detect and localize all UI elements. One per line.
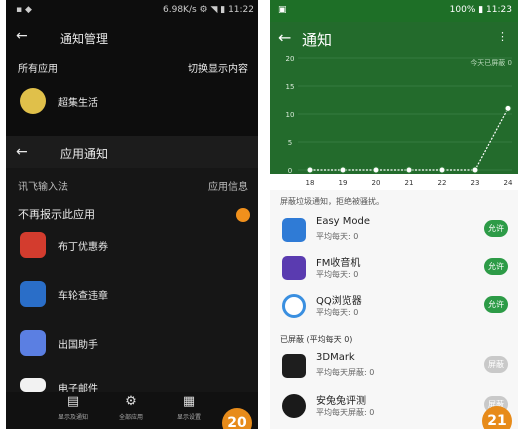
app-label[interactable]: 车轮查违章 [58, 287, 108, 302]
allow-button[interactable]: 允许 [484, 296, 508, 313]
switch-display-button[interactable]: 切换显示内容 [188, 60, 248, 75]
app-name: Easy Mode [316, 216, 370, 227]
app-name: 3DMark [316, 352, 355, 363]
app-icon [20, 88, 46, 114]
status-right: 100% ▮ 11:23 [449, 5, 512, 15]
toggle-switch[interactable] [236, 208, 250, 222]
nav-label: 全部应用 [118, 414, 143, 421]
status-right: 6.98K/s ⚙ ◥ ▮ 11:22 [163, 5, 254, 15]
app-name: QQ浏览器 [316, 296, 362, 307]
allow-button[interactable]: 允许 [484, 258, 508, 275]
list-item[interactable]: 3DMark 平均每天屏蔽: 0 屏蔽 [270, 348, 518, 388]
block-button[interactable]: 屏蔽 [484, 356, 508, 373]
chart-icon: ▤ [66, 394, 80, 409]
app-name: 安兔兔评测 [316, 396, 366, 407]
app-label[interactable]: 超集生活 [58, 94, 98, 109]
y-tick-label: 5 [288, 139, 292, 147]
app-icon [282, 218, 306, 242]
app-sub: 平均每天: 0 [316, 232, 359, 241]
x-tick-label: 19 [339, 179, 348, 187]
y-tick-label: 0 [288, 167, 292, 175]
app-icon [20, 378, 46, 392]
all-apps-label: 所有应用 [18, 64, 58, 75]
list-item[interactable]: Easy Mode 平均每天: 0 允许 [270, 212, 518, 252]
y-tick-label: 20 [286, 55, 295, 63]
gear-icon: ⚙ [125, 394, 137, 409]
status-bar: ▪ ◆ 6.98K/s ⚙ ◥ ▮ 11:22 [6, 0, 258, 22]
overlay-app-label: 讯飞输入法 [18, 182, 68, 193]
x-tick-label: 23 [471, 179, 480, 187]
app-notification-overlay: ← 应用通知 讯飞输入法 应用信息 不再报示此应用 布丁优惠券 车轮查违章 出国… [6, 136, 258, 429]
allow-button[interactable]: 允许 [484, 220, 508, 237]
app-icon [20, 232, 46, 258]
nav-chart[interactable]: ▤ 显示及通知 [48, 394, 98, 421]
app-sub: 平均每天: 0 [316, 308, 359, 317]
data-point [306, 166, 314, 174]
app-sub: 平均每天屏蔽: 0 [316, 368, 375, 377]
app-info-link[interactable]: 应用信息 [208, 178, 248, 193]
app-sub: 平均每天屏蔽: 0 [316, 408, 375, 417]
grid-icon: ▦ [182, 394, 196, 409]
back-arrow-icon[interactable]: ← [16, 144, 28, 160]
nav-label: 显示设置 [176, 414, 201, 421]
app-icon [20, 330, 46, 356]
data-point [339, 166, 347, 174]
x-tick-label: 22 [438, 179, 447, 187]
y-tick-label: 10 [286, 111, 295, 119]
notice-text: 屏蔽垃圾通知，拒绝被骚扰。 [280, 197, 384, 206]
status-left: ▪ ◆ [16, 5, 32, 15]
data-point [504, 104, 512, 112]
page-title: 通知管理 [60, 32, 109, 46]
back-arrow-icon[interactable]: ← [16, 28, 28, 44]
x-tick-label: 24 [504, 179, 513, 187]
overlay-header: ← 应用通知 [6, 136, 258, 168]
data-point [438, 166, 446, 174]
screenshot-stage: ▪ ◆ 6.98K/s ⚙ ◥ ▮ 11:22 ← 通知管理 所有应用 切换显示… [0, 0, 518, 429]
data-point [405, 166, 413, 174]
blocked-header: 已屏蔽 (平均每天 0) [280, 335, 353, 344]
status-bar: ▣ 100% ▮ 11:23 [270, 0, 518, 22]
app-icon [282, 354, 306, 378]
nav-grid[interactable]: ▦ 显示设置 [164, 394, 214, 421]
notification-chart: 0 5 10 15 20 18 19 20 21 22 23 24 [270, 55, 518, 190]
no-more-label: 不再报示此应用 [18, 208, 95, 221]
nav-label: 显示及通知 [57, 414, 88, 421]
app-list: 屏蔽垃圾通知，拒绝被骚扰。 Easy Mode 平均每天: 0 允许 FM收音机… [270, 190, 518, 429]
status-left: ▣ [278, 5, 287, 15]
app-icon [20, 281, 46, 307]
nav-settings[interactable]: ⚙ 全部应用 [106, 394, 156, 421]
app-bar: ← 通知管理 [6, 24, 258, 52]
y-tick-label: 15 [286, 83, 295, 91]
data-point [372, 166, 380, 174]
browser-icon [282, 294, 306, 318]
app-icon [282, 394, 306, 418]
list-item[interactable]: 安兔兔评测 平均每天屏蔽: 0 屏蔽 [270, 388, 518, 428]
app-name: FM收音机 [316, 258, 361, 269]
list-item[interactable]: FM收音机 平均每天: 0 允许 [270, 250, 518, 290]
step-badge: 21 [482, 406, 512, 429]
overlay-title: 应用通知 [60, 147, 109, 161]
list-item[interactable]: QQ浏览器 平均每天: 0 允许 [270, 288, 518, 328]
bottom-nav: ▤ 显示及通知 ⚙ 全部应用 ▦ 显示设置 [6, 392, 258, 429]
app-label[interactable]: 布丁优惠券 [58, 238, 108, 253]
radio-icon [282, 256, 306, 280]
app-sub: 平均每天: 0 [316, 270, 359, 279]
series-line [310, 108, 509, 171]
app-label[interactable]: 出国助手 [58, 336, 98, 351]
right-phone: ▣ 100% ▮ 11:23 ← 通知 ⋮ 今天已屏蔽 0 0 5 10 15 20 18… [270, 0, 518, 429]
left-phone: ▪ ◆ 6.98K/s ⚙ ◥ ▮ 11:22 ← 通知管理 所有应用 切换显示… [6, 0, 258, 429]
x-tick-label: 21 [405, 179, 414, 187]
data-point [471, 166, 479, 174]
x-tick-label: 18 [306, 179, 315, 187]
x-tick-label: 20 [372, 179, 381, 187]
